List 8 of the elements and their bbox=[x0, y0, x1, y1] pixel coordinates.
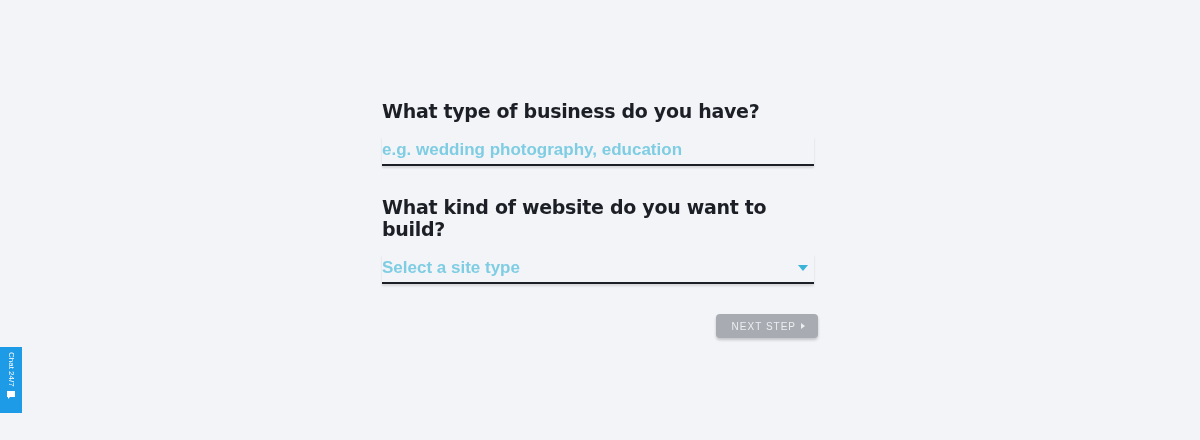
question-label: What type of business do you have? bbox=[382, 100, 761, 122]
select-field[interactable]: Select a site type bbox=[382, 254, 814, 284]
chat-bubble-icon bbox=[7, 390, 15, 399]
caret-icon bbox=[798, 265, 808, 271]
question-label: What kind of website do you want to build? bbox=[382, 196, 768, 240]
chat-tab[interactable]: Chat 24/7 bbox=[0, 347, 22, 413]
input-field[interactable]: e.g. wedding photography, education bbox=[382, 136, 814, 166]
play-icon bbox=[801, 323, 805, 329]
